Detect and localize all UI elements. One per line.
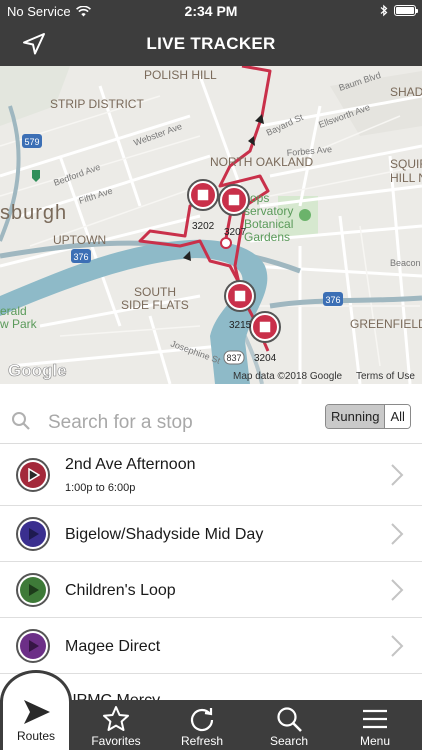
stop-search-input[interactable]: [48, 409, 308, 437]
play-icon: [29, 640, 39, 652]
battery-icon: [394, 5, 418, 16]
stop-label: 3204: [254, 353, 277, 364]
filter-running-button[interactable]: Running: [326, 405, 386, 428]
map-label: servatory: [244, 204, 293, 218]
status-bar: No Service 2:34 PM: [0, 0, 422, 22]
route-row[interactable]: Bigelow/Shadyside Mid Day: [0, 506, 422, 562]
search-icon: [277, 707, 302, 732]
svg-text:376: 376: [73, 252, 88, 262]
route-name: 2nd Ave Afternoon: [65, 456, 196, 473]
stop-label: 3207: [224, 227, 247, 238]
page-title: LIVE TRACKER: [146, 34, 276, 53]
highway-shield-376: 376: [71, 249, 91, 263]
google-logo: Google: [8, 361, 67, 380]
map-label: erald: [0, 304, 27, 318]
tab-search[interactable]: Search: [252, 700, 326, 750]
route-row[interactable]: Children's Loop: [0, 562, 422, 618]
map-label: NORTH OAKLAND: [210, 155, 313, 169]
clock: 2:34 PM: [184, 3, 238, 19]
stop-label: 3215: [229, 320, 252, 331]
route-badge: [16, 629, 50, 663]
svg-text:376: 376: [325, 295, 340, 305]
filter-all-button[interactable]: All: [385, 405, 410, 428]
chevron-right-icon: [391, 579, 404, 601]
route-row[interactable]: Magee Direct: [0, 618, 422, 674]
map-view[interactable]: 579 376 376 837 POLISH HILL STRIP DISTRI…: [0, 66, 422, 384]
navigation-arrow-icon: [24, 700, 50, 724]
map-label: SIDE FLATS: [121, 298, 189, 312]
map-label: GREENFIELD: [350, 317, 422, 331]
tab-refresh[interactable]: Refresh: [164, 700, 240, 750]
highway-shield-376: 376: [323, 292, 343, 306]
tab-label: Search: [269, 734, 309, 748]
stop-marker[interactable]: [187, 179, 219, 211]
chevron-right-icon: [391, 523, 404, 545]
map-label: SHADY: [390, 85, 422, 99]
route-name: Magee Direct: [65, 638, 161, 655]
vehicle-marker[interactable]: [220, 237, 232, 249]
map-label: POLISH HILL: [144, 68, 217, 82]
stop-marker[interactable]: [249, 311, 281, 343]
tab-favorites[interactable]: Favorites: [78, 700, 154, 750]
map-label: STRIP DISTRICT: [50, 97, 144, 111]
running-filter: Running All: [325, 404, 411, 429]
highway-shield-837: 837: [223, 350, 245, 365]
tab-label: Favorites: [91, 734, 141, 748]
svg-text:579: 579: [24, 137, 39, 147]
map-label: HILL N: [390, 171, 422, 185]
play-icon: [28, 468, 40, 482]
play-icon: [29, 528, 39, 540]
route-row[interactable]: 2nd Ave Afternoon 1:00p to 6:00p: [0, 444, 422, 506]
map-label: sburgh: [0, 202, 67, 224]
chevron-right-icon: [391, 464, 404, 486]
map-label: w Park: [0, 317, 38, 331]
star-icon: [103, 706, 129, 731]
stop-label: 3202: [192, 221, 215, 232]
park-icon: [299, 209, 311, 221]
refresh-icon: [190, 708, 214, 732]
map-attribution: Map data ©2018 Google: [233, 371, 343, 382]
map-label: Gardens: [244, 230, 290, 244]
map-label: SOUTH: [134, 285, 176, 299]
play-icon: [29, 584, 39, 596]
stop-marker[interactable]: [224, 280, 256, 312]
nav-bar: LIVE TRACKER: [0, 22, 422, 66]
map-label: SQUIR: [390, 157, 422, 171]
route-time: 1:00p to 6:00p: [65, 482, 136, 494]
map-label: ops: [250, 191, 269, 205]
route-name: Bigelow/Shadyside Mid Day: [65, 526, 264, 543]
map-label: Beacon: [390, 258, 421, 268]
search-icon: [12, 412, 30, 430]
menu-icon: [363, 709, 387, 729]
tab-routes[interactable]: Routes: [0, 670, 72, 750]
route-name: Children's Loop: [65, 582, 176, 599]
route-badge: [16, 573, 50, 607]
svg-text:837: 837: [226, 353, 241, 363]
tab-label: Refresh: [180, 734, 224, 748]
route-badge: [16, 458, 50, 492]
tab-label: Routes: [16, 729, 56, 743]
terms-of-use-link[interactable]: Terms of Use: [356, 371, 415, 382]
map-label: UPTOWN: [53, 233, 106, 247]
highway-shield-579: 579: [22, 134, 42, 148]
tab-label: Menu: [359, 734, 391, 748]
tab-menu[interactable]: Menu: [338, 700, 412, 750]
bluetooth-icon: [380, 4, 388, 17]
chevron-right-icon: [391, 635, 404, 657]
map-label: Botanical: [244, 217, 293, 231]
route-badge: [16, 517, 50, 551]
